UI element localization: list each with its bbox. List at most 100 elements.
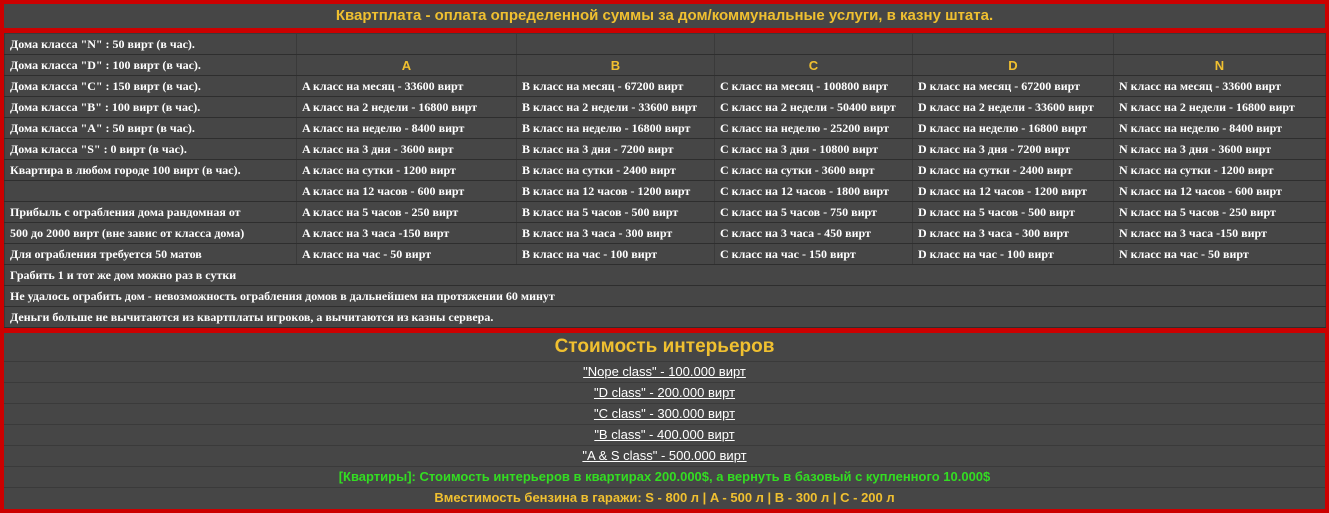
table-cell: A класс на 2 недели - 16800 вирт xyxy=(296,96,517,118)
table-cell: C класс на 3 часа - 450 вирт xyxy=(714,222,913,244)
interior-item-link[interactable]: "A & S class" - 500.000 вирт xyxy=(582,448,746,463)
table-cell: C класс на 12 часов - 1800 вирт xyxy=(714,180,913,202)
table-cell: N класс на 12 часов - 600 вирт xyxy=(1113,180,1326,202)
table-cell xyxy=(714,33,913,55)
table-row: Дома класса "C" : 150 вирт (в час). A кла… xyxy=(4,75,1326,97)
table-cell: A класс на 12 часов - 600 вирт xyxy=(296,180,517,202)
table-cell: B класс на сутки - 2400 вирт xyxy=(516,159,715,181)
note-row: Не удалось ограбить дом - невозможность … xyxy=(4,285,1326,307)
table-cell: C класс на 2 недели - 50400 вирт xyxy=(714,96,913,118)
interior-item[interactable]: "D class" - 200.000 вирт xyxy=(4,383,1325,404)
note-text: Деньги больше не вычитаются из квартплат… xyxy=(4,306,1326,328)
table-cell: A класс на 5 часов - 250 вирт xyxy=(296,201,517,223)
table-cell: Для ограбления требуется 50 матов xyxy=(4,243,297,265)
table-cell: 500 до 2000 вирт (вне завис от класса до… xyxy=(4,222,297,244)
table-cell: N класс на неделю - 8400 вирт xyxy=(1113,117,1326,139)
table-cell: D класс на 12 часов - 1200 вирт xyxy=(912,180,1114,202)
interior-item-link[interactable]: "B class" - 400.000 вирт xyxy=(594,427,734,442)
table-row: Дома класса "N" : 50 вирт (в час). xyxy=(4,33,1326,55)
table-cell: C класс на час - 150 вирт xyxy=(714,243,913,265)
table-row: Дома класса "A" : 50 вирт (в час). A клас… xyxy=(4,117,1326,139)
table-cell: N класс на 2 недели - 16800 вирт xyxy=(1113,96,1326,118)
table-cell: B класс на 12 часов - 1200 вирт xyxy=(516,180,715,202)
table-row: A класс на 12 часов - 600 вирт B класс на… xyxy=(4,180,1326,202)
table-cell: C класс на 5 часов - 750 вирт xyxy=(714,201,913,223)
table-cell: C класс на сутки - 3600 вирт xyxy=(714,159,913,181)
note-text: Не удалось ограбить дом - невозможность … xyxy=(4,285,1326,307)
table-row: Дома класса "D" : 100 вирт (в час). A B C D N xyxy=(4,54,1326,76)
table-row: 500 до 2000 вирт (вне завис от класса до… xyxy=(4,222,1326,244)
note-row: Грабить 1 и тот же дом можно раз в сутки xyxy=(4,264,1326,286)
table-cell: Дома класса "N" : 50 вирт (в час). xyxy=(4,33,297,55)
table-cell: D класс на 3 дня - 7200 вирт xyxy=(912,138,1114,160)
column-header: A xyxy=(296,54,517,76)
table-cell: D класс на неделю - 16800 вирт xyxy=(912,117,1114,139)
table-cell xyxy=(516,33,715,55)
rates-table-panel: Дома класса "N" : 50 вирт (в час). Дома к… xyxy=(4,33,1326,328)
table-cell: A класс на 3 часа -150 вирт xyxy=(296,222,517,244)
table-cell xyxy=(4,180,297,202)
column-header: B xyxy=(516,54,715,76)
table-cell: B класс на 3 дня - 7200 вирт xyxy=(516,138,715,160)
table-row: Квартира в любом городе 100 вирт (в час)… xyxy=(4,159,1326,181)
table-cell: B класс на 3 часа - 300 вирт xyxy=(516,222,715,244)
table-cell: B класс на час - 100 вирт xyxy=(516,243,715,265)
table-cell: B класс на 5 часов - 500 вирт xyxy=(516,201,715,223)
page-title: Квартплата - оплата определенной суммы з… xyxy=(335,7,994,24)
interior-item[interactable]: "C class" - 300.000 вирт xyxy=(4,404,1325,425)
table-cell: Квартира в любом городе 100 вирт (в час)… xyxy=(4,159,297,181)
table-cell: A класс на час - 50 вирт xyxy=(296,243,517,265)
table-cell xyxy=(912,33,1114,55)
table-cell: N класс на 3 часа -150 вирт xyxy=(1113,222,1326,244)
table-cell xyxy=(296,33,517,55)
table-cell: N класс на 5 часов - 250 вирт xyxy=(1113,201,1326,223)
garage-note: Вместимость бензина в гаражи: S - 800 л … xyxy=(434,490,895,505)
table-cell: D класс на час - 100 вирт xyxy=(912,243,1114,265)
table-cell: Прибыль с ограбления дома рандомная от xyxy=(4,201,297,223)
table-cell: N класс на 3 дня - 3600 вирт xyxy=(1113,138,1326,160)
table-cell: C класс на неделю - 25200 вирт xyxy=(714,117,913,139)
table-cell xyxy=(1113,33,1326,55)
table-cell: N класс на сутки - 1200 вирт xyxy=(1113,159,1326,181)
table-cell: D класс на 3 часа - 300 вирт xyxy=(912,222,1114,244)
table-cell: Дома класса "A" : 50 вирт (в час). xyxy=(4,117,297,139)
table-cell: A класс на сутки - 1200 вирт xyxy=(296,159,517,181)
column-header: D xyxy=(912,54,1114,76)
interiors-panel: Стоимость интерьеров "Nope class" - 100.… xyxy=(4,333,1325,509)
interior-item-link[interactable]: "Nope class" - 100.000 вирт xyxy=(583,364,746,379)
table-cell: C класс на месяц - 100800 вирт xyxy=(714,75,913,97)
table-cell: Дома класса "D" : 100 вирт (в час). xyxy=(4,54,297,76)
title-bar: Квартплата - оплата определенной суммы з… xyxy=(4,4,1325,28)
interior-item[interactable]: "B class" - 400.000 вирт xyxy=(4,425,1325,446)
table-cell: N класс на месяц - 33600 вирт xyxy=(1113,75,1326,97)
apartments-note: [Квартиры]: Стоимость интерьеров в кварт… xyxy=(4,467,1325,488)
table-cell: B класс на неделю - 16800 вирт xyxy=(516,117,715,139)
interior-item-link[interactable]: "C class" - 300.000 вирт xyxy=(594,406,735,421)
table-cell: A класс на неделю - 8400 вирт xyxy=(296,117,517,139)
table-cell: N класс на час - 50 вирт xyxy=(1113,243,1326,265)
table-cell: D класс на 5 часов - 500 вирт xyxy=(912,201,1114,223)
table-row: Дома класса "S" : 0 вирт (в час). A класс… xyxy=(4,138,1326,160)
table-cell: Дома класса "C" : 150 вирт (в час). xyxy=(4,75,297,97)
table-row: Прибыль с ограбления дома рандомная от A … xyxy=(4,201,1326,223)
column-header: C xyxy=(714,54,913,76)
table-cell: D класс на сутки - 2400 вирт xyxy=(912,159,1114,181)
table-cell: C класс на 3 дня - 10800 вирт xyxy=(714,138,913,160)
interior-item[interactable]: "Nope class" - 100.000 вирт xyxy=(4,362,1325,383)
table-row: Для ограбления требуется 50 матов A класс… xyxy=(4,243,1326,265)
table-cell: Дома класса "S" : 0 вирт (в час). xyxy=(4,138,297,160)
column-header: N xyxy=(1113,54,1326,76)
table-cell: A класс на 3 дня - 3600 вирт xyxy=(296,138,517,160)
interior-item[interactable]: "A & S class" - 500.000 вирт xyxy=(4,446,1325,467)
interior-item-link[interactable]: "D class" - 200.000 вирт xyxy=(594,385,735,400)
table-row: Дома класса "B" : 100 вирт (в час). A кла… xyxy=(4,96,1326,118)
table-cell: Дома класса "B" : 100 вирт (в час). xyxy=(4,96,297,118)
table-cell: A класс на месяц - 33600 вирт xyxy=(296,75,517,97)
rates-table: Дома класса "N" : 50 вирт (в час). Дома к… xyxy=(4,33,1326,328)
table-cell: D класс на месяц - 67200 вирт xyxy=(912,75,1114,97)
note-text: Грабить 1 и тот же дом можно раз в сутки xyxy=(4,264,1326,286)
table-cell: B класс на месяц - 67200 вирт xyxy=(516,75,715,97)
note-row: Деньги больше не вычитаются из квартплат… xyxy=(4,306,1326,328)
table-cell: D класс на 2 недели - 33600 вирт xyxy=(912,96,1114,118)
table-cell: B класс на 2 недели - 33600 вирт xyxy=(516,96,715,118)
